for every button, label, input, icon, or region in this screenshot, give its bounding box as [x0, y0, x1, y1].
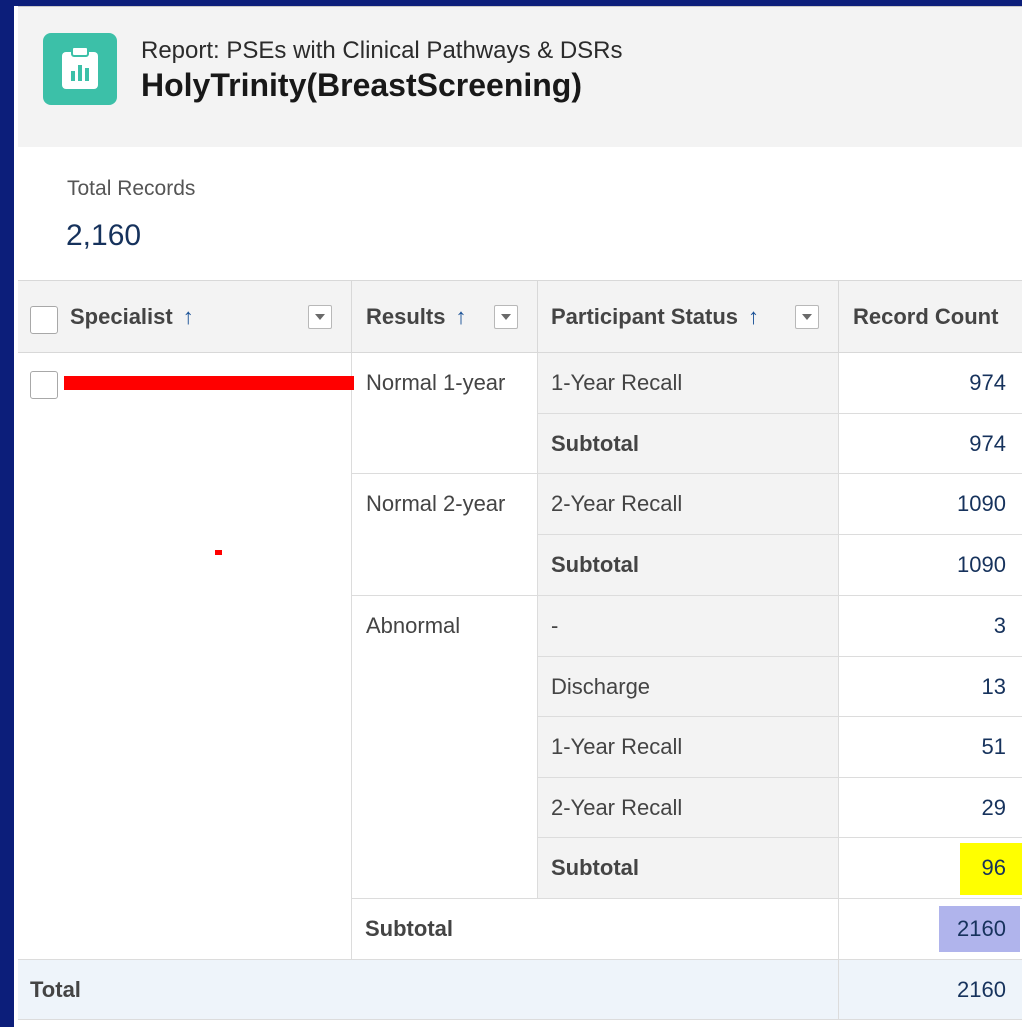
status-cell: 1-Year Recall — [538, 353, 839, 414]
result-group-cell: Normal 2-year — [352, 474, 538, 596]
column-header-label: Specialist — [70, 303, 173, 329]
subtotal-count: 974 — [839, 414, 1022, 474]
chevron-down-icon[interactable] — [795, 305, 819, 329]
report-title: HolyTrinity(BreastScreening) — [141, 67, 582, 103]
column-header-label: Record Count — [853, 303, 999, 329]
sort-arrow-icon[interactable]: ↑ — [748, 304, 759, 330]
subtotal-label: Subtotal — [538, 535, 839, 596]
select-all-checkbox[interactable] — [30, 306, 58, 334]
row-checkbox[interactable] — [30, 371, 58, 399]
status-cell: 2-Year Recall — [538, 778, 839, 838]
total-records-label: Total Records — [67, 177, 196, 200]
subtotal-count-cell: 96 — [839, 838, 1022, 899]
sort-arrow-icon[interactable]: ↑ — [455, 304, 466, 330]
summary-panel: Total Records 2,160 — [18, 147, 1022, 280]
record-count-cell: 1090 — [839, 474, 1022, 535]
column-header-label: Results — [366, 303, 446, 329]
report-header: Report: PSEs with Clinical Pathways & DS… — [18, 6, 1022, 148]
record-count-cell: 29 — [839, 778, 1022, 838]
column-header-participant-status[interactable]: Participant Status ↑ — [538, 280, 839, 353]
column-header-label: Participant Status — [551, 303, 739, 329]
status-cell: 2-Year Recall — [538, 474, 839, 535]
chevron-down-icon[interactable] — [308, 305, 332, 329]
record-count-cell: 13 — [839, 657, 1022, 717]
total-records-value: 2,160 — [66, 219, 142, 252]
result-group-cell: Normal 1-year — [352, 353, 538, 474]
status-cell: - — [538, 596, 839, 657]
status-cell: Discharge — [538, 657, 839, 717]
record-count-cell: 974 — [839, 353, 1022, 414]
subtotal-label: Subtotal — [538, 414, 839, 474]
subtotal-label: Subtotal — [538, 838, 839, 899]
record-count-cell: 51 — [839, 717, 1022, 778]
chevron-down-icon[interactable] — [494, 305, 518, 329]
status-cell: 1-Year Recall — [538, 717, 839, 778]
specialist-subtotal-cell: 2160 — [839, 899, 1022, 960]
subtotal-count: 1090 — [839, 535, 1022, 596]
redaction-bar — [64, 376, 354, 390]
sort-arrow-icon[interactable]: ↑ — [183, 304, 194, 330]
redaction-mark — [215, 550, 222, 555]
grand-total-label: Total — [18, 960, 839, 1020]
subtotal-count: 96 — [981, 855, 1006, 880]
window-left-border — [0, 0, 14, 1027]
result-group-cell: Abnormal — [352, 596, 538, 899]
column-header-specialist[interactable]: Specialist ↑ — [18, 280, 352, 353]
column-header-results[interactable]: Results ↑ — [352, 280, 538, 353]
report-type-label: Report: PSEs with Clinical Pathways & DS… — [141, 37, 623, 64]
report-chart-icon — [43, 33, 117, 105]
specialist-cell — [18, 353, 354, 960]
specialist-subtotal-label: Subtotal — [352, 899, 839, 960]
column-header-record-count[interactable]: Record Count — [839, 280, 1022, 353]
record-count-cell: 3 — [839, 596, 1022, 657]
report-table: Specialist ↑ Results ↑ Participant Statu… — [18, 280, 1022, 1022]
specialist-subtotal-count: 2160 — [957, 916, 1006, 941]
grand-total-count: 2160 — [839, 960, 1022, 1020]
